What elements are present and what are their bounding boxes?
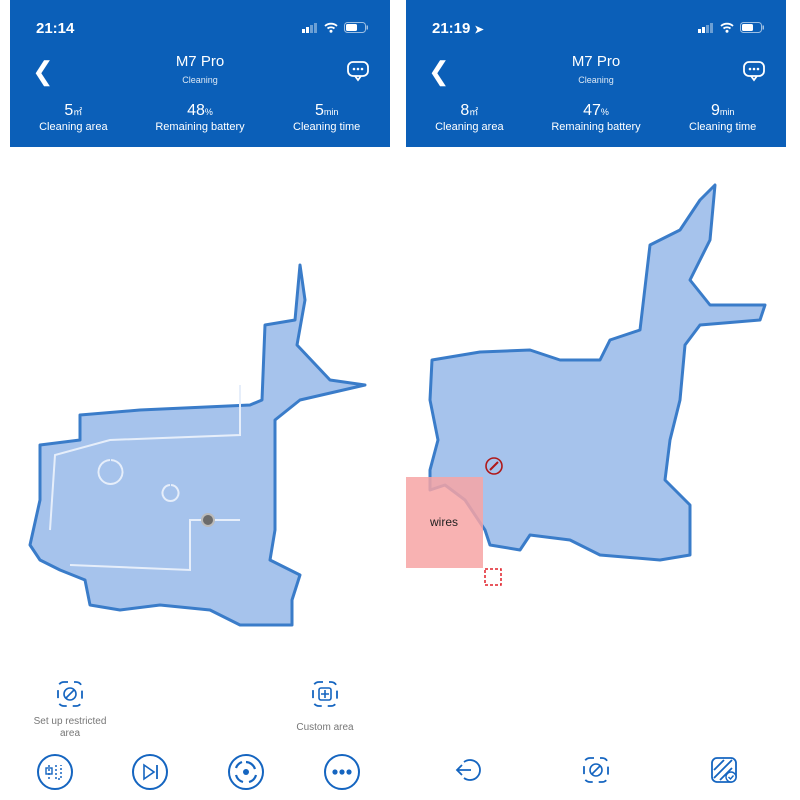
cleaned-area (28, 263, 367, 627)
confirm-zone-icon[interactable] (710, 756, 738, 784)
exit-icon[interactable] (454, 756, 482, 784)
skip-icon[interactable] (131, 753, 169, 791)
resize-handle[interactable] (484, 568, 502, 586)
custom-area-button[interactable]: Custom area (285, 680, 365, 734)
suction-icon[interactable] (227, 753, 265, 791)
restricted-area-icon (57, 681, 83, 707)
route-icon[interactable] (36, 753, 74, 791)
set-restricted-area-button[interactable]: Set up restricted area (30, 680, 110, 740)
more-icon[interactable] (323, 753, 361, 791)
zone-label: wires (429, 515, 458, 529)
screen-cleaning-map: 21:14 ❮ M7 Pro Cleaning 5㎡ Cleaning area … (10, 0, 390, 800)
cleaning-map[interactable]: wires (406, 0, 786, 800)
screen-restricted-area-edit: 21:19 ➤ ❮ M7 Pro Cleaning 8㎡ Cleaning are… (406, 0, 786, 800)
custom-area-icon (312, 681, 338, 707)
restricted-area-icon[interactable] (582, 756, 610, 784)
robot-icon (201, 513, 215, 527)
